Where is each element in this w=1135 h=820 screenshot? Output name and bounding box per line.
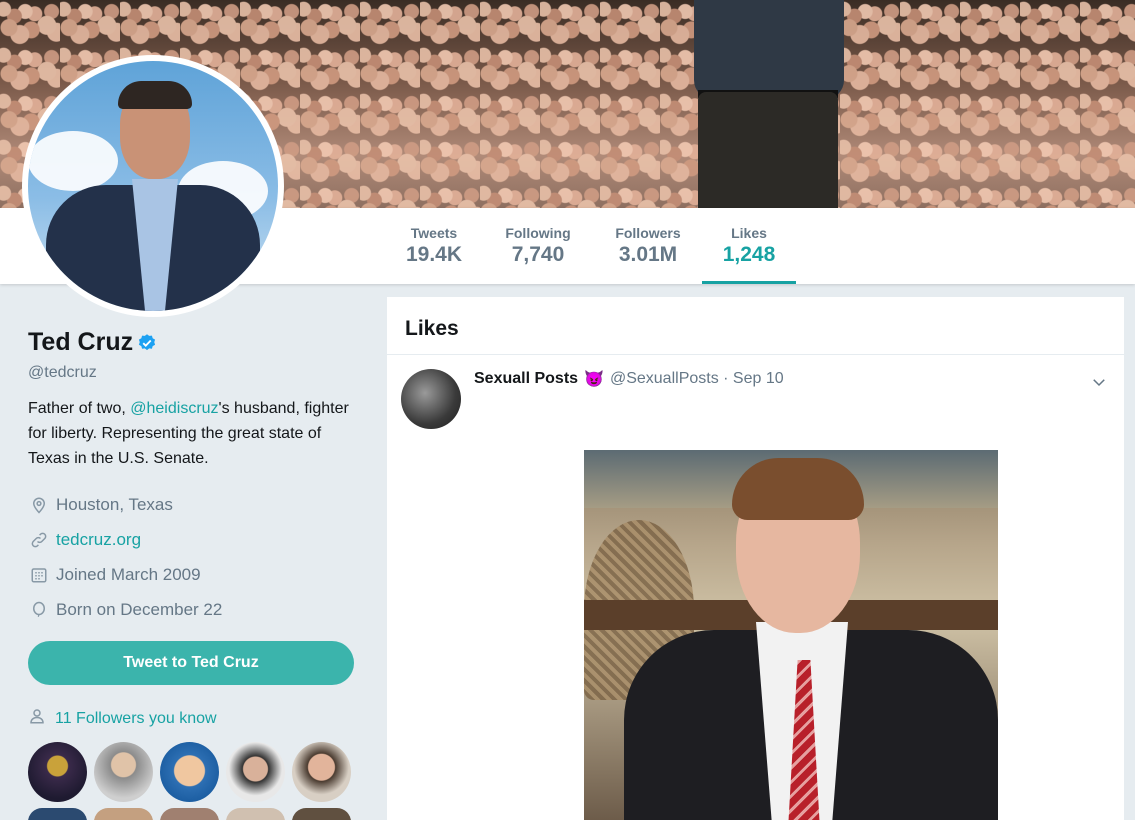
avatar[interactable] xyxy=(292,808,351,820)
tweet-to-button[interactable]: Tweet to Ted Cruz xyxy=(28,641,354,685)
avatar[interactable] xyxy=(160,808,219,820)
avatar[interactable] xyxy=(160,742,219,802)
followers-avatars xyxy=(28,742,358,802)
followers-you-know-link[interactable]: 11 Followers you know xyxy=(55,710,217,728)
website-row: tedcruz.org xyxy=(28,522,358,557)
stat-value: 3.01M xyxy=(618,243,678,266)
avatar[interactable] xyxy=(28,808,87,820)
stat-value: 19.4K xyxy=(405,243,463,266)
timeline-title: Likes xyxy=(387,297,1124,355)
birthday-text: Born on December 22 xyxy=(56,599,223,619)
stat-label: Tweets xyxy=(410,225,458,241)
active-tab-indicator xyxy=(702,281,796,284)
avatar[interactable] xyxy=(94,742,153,802)
bio-mention-link[interactable]: @heidiscruz xyxy=(130,400,218,417)
devil-emoji-icon: 😈 xyxy=(584,371,604,388)
video-frame[interactable] xyxy=(584,450,998,820)
location-row: Houston, Texas xyxy=(28,487,358,522)
tab-tweets[interactable]: Tweets 19.4K xyxy=(402,208,466,284)
avatar[interactable] xyxy=(292,742,351,802)
calendar-icon xyxy=(28,564,50,586)
chevron-down-icon[interactable] xyxy=(1090,373,1108,391)
avatar[interactable] xyxy=(226,808,285,820)
person-icon xyxy=(28,707,50,730)
tab-followers[interactable]: Followers 3.01M xyxy=(609,208,687,284)
tweet-author-avatar[interactable] xyxy=(401,369,461,429)
profile-name[interactable]: Ted Cruz xyxy=(28,328,133,357)
stat-value: 1,248 xyxy=(722,243,776,266)
tab-following[interactable]: Following 7,740 xyxy=(500,208,576,284)
stat-label: Followers xyxy=(615,225,681,241)
profile-meta: Houston, Texas tedcruz.org Joined March … xyxy=(28,487,358,627)
tweet-header: Sexuall Posts 😈 @SexuallPosts · Sep 10 xyxy=(474,369,784,389)
bio-text: Father of two, xyxy=(28,400,131,417)
likes-timeline: Likes Sexuall Posts 😈 @SexuallPosts · Se… xyxy=(387,297,1124,820)
tweet-meta[interactable]: @SexuallPosts · Sep 10 xyxy=(610,370,784,388)
location-pin-icon xyxy=(28,494,50,516)
profile-card: Ted Cruz @tedcruz Father of two, @heidis… xyxy=(28,328,358,820)
balloon-icon xyxy=(28,599,50,621)
stat-value: 7,740 xyxy=(511,243,565,266)
website-link[interactable]: tedcruz.org xyxy=(56,530,141,550)
avatar[interactable] xyxy=(226,742,285,802)
tweet-author-name[interactable]: Sexuall Posts xyxy=(474,370,578,388)
tab-likes[interactable]: Likes 1,248 xyxy=(702,208,796,284)
followers-you-know[interactable]: 11 Followers you know xyxy=(28,707,358,730)
profile-bio: Father of two, @heidiscruz's husband, fi… xyxy=(28,396,353,471)
birthday-row: Born on December 22 xyxy=(28,592,358,627)
stat-label: Likes xyxy=(731,225,767,241)
verified-badge-icon xyxy=(139,333,156,350)
stat-label: Following xyxy=(505,225,571,241)
location-text: Houston, Texas xyxy=(56,494,173,514)
profile-avatar[interactable] xyxy=(22,55,284,317)
profile-handle[interactable]: @tedcruz xyxy=(28,364,358,382)
joined-text: Joined March 2009 xyxy=(56,564,201,584)
tweet-media[interactable] xyxy=(471,450,1115,820)
followers-avatars-row-2 xyxy=(28,808,358,820)
avatar[interactable] xyxy=(94,808,153,820)
speaker-figure xyxy=(686,0,851,208)
link-icon xyxy=(28,529,50,551)
avatar[interactable] xyxy=(28,742,87,802)
joined-row: Joined March 2009 xyxy=(28,557,358,592)
